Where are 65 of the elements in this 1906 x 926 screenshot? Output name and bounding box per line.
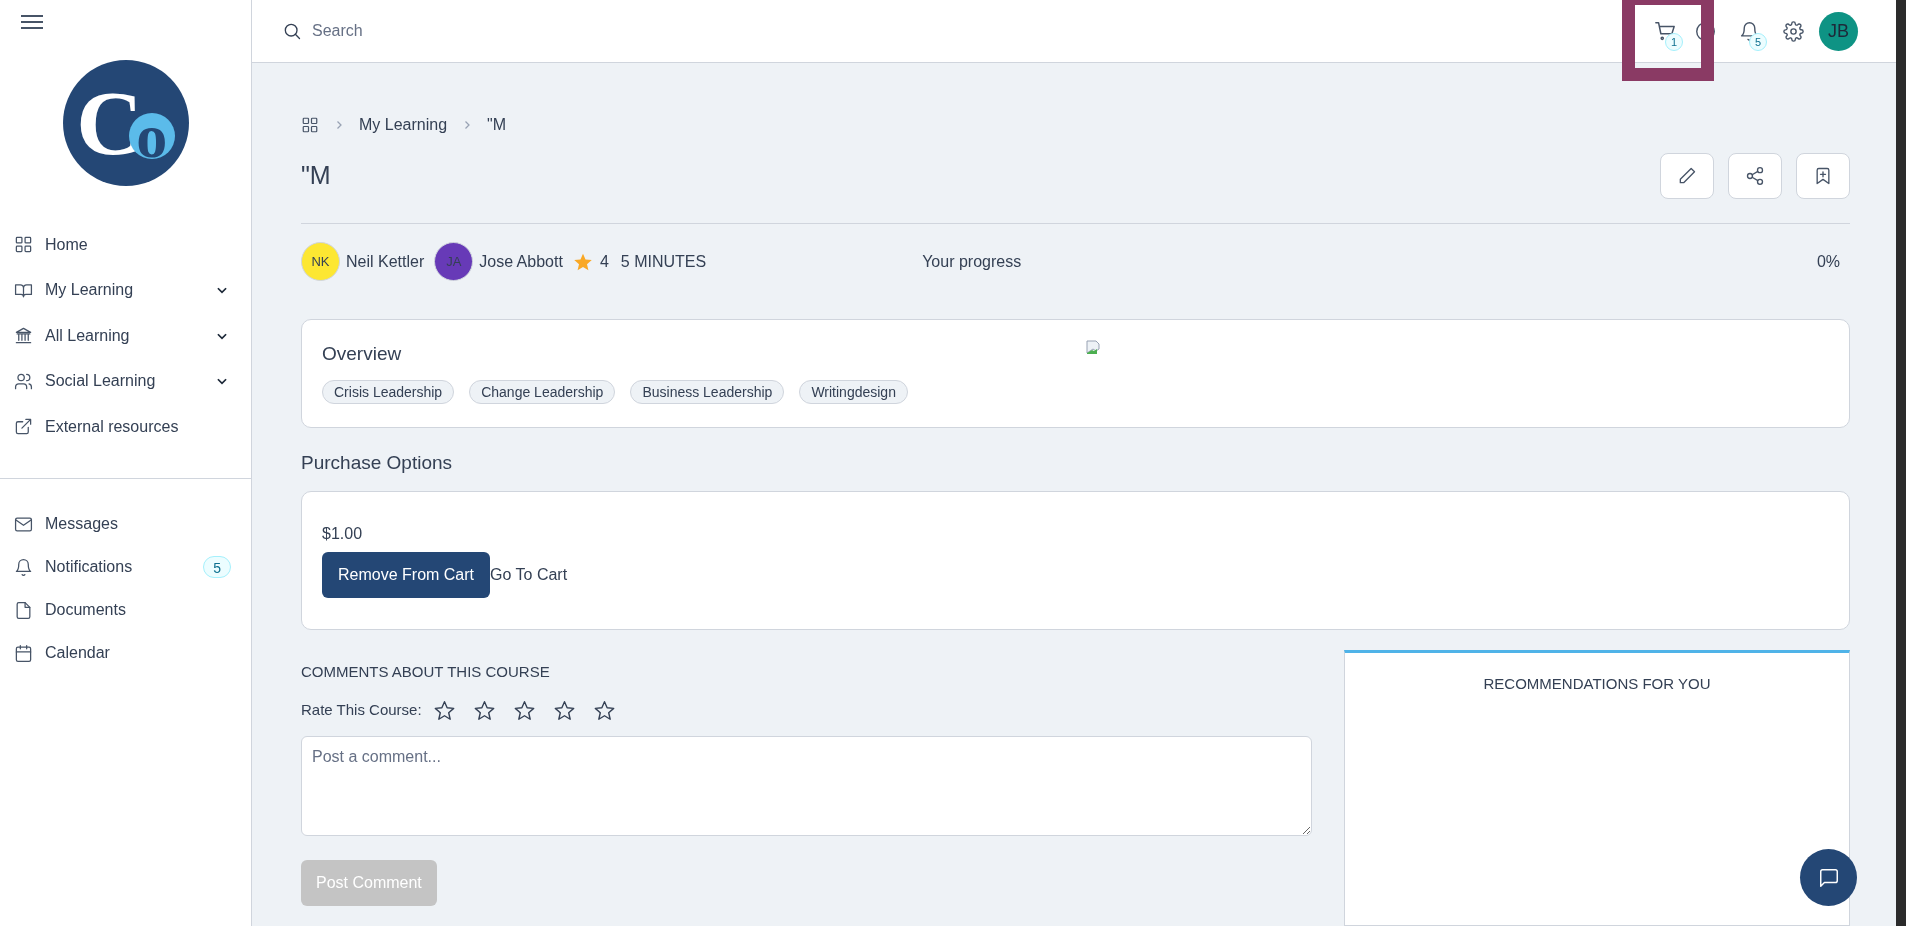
breadcrumb-item[interactable]: My Learning — [359, 113, 448, 137]
rating-value: 4 — [599, 251, 609, 272]
nav-item[interactable]: Home — [0, 222, 251, 268]
breadcrumb-item: "M — [487, 115, 507, 135]
comment-field[interactable]: Post a comment... — [301, 735, 1312, 836]
broken-image-icon — [1085, 340, 1101, 356]
count-badge: 5 — [203, 556, 231, 578]
author-name: Neil Kettler — [346, 251, 425, 272]
duration: 5 MINUTES — [620, 251, 707, 272]
notifications-button[interactable]: 5 — [1731, 13, 1767, 49]
tag[interactable]: Change Leadership — [469, 379, 616, 404]
rate-label: Rate This Course: — [301, 700, 422, 720]
star-icon[interactable] — [513, 699, 535, 721]
author-avatar: JA — [434, 242, 474, 281]
author-name: Jose Abbott — [479, 251, 563, 272]
search-icon — [282, 21, 302, 41]
chat-icon — [1817, 866, 1840, 889]
author-avatar: NK — [301, 242, 340, 281]
external-link-icon — [14, 417, 33, 437]
cart-button[interactable]: 1 — [1647, 13, 1683, 49]
edit-button[interactable] — [1660, 153, 1714, 199]
tag[interactable]: Crisis Leadership — [322, 379, 455, 404]
document-icon — [14, 600, 33, 620]
user-avatar[interactable]: JB — [1819, 11, 1858, 51]
nav-item[interactable]: My Learning — [0, 267, 251, 313]
grid-icon — [14, 235, 33, 255]
nav-item[interactable]: Documents — [0, 588, 251, 632]
nav-item[interactable]: Notifications 5 — [0, 545, 251, 589]
share-button[interactable] — [1728, 153, 1782, 199]
course-title: "M — [301, 160, 332, 192]
section-title: COMMENTS ABOUT THIS COURSE — [301, 661, 550, 682]
nav-item[interactable]: Social Learning — [0, 358, 251, 404]
users-icon — [14, 371, 33, 391]
star-icon[interactable] — [593, 699, 615, 721]
nav-item[interactable]: Calendar — [0, 631, 251, 675]
progress-label: Your progress — [922, 251, 1023, 272]
bank-icon — [14, 326, 33, 346]
overview-title: Overview — [322, 342, 402, 366]
price: $1.00 — [322, 523, 363, 544]
section-title: Purchase Options — [301, 451, 453, 475]
bookmark-button[interactable] — [1796, 153, 1850, 199]
logo: Co — [62, 60, 189, 186]
nav-item[interactable]: Messages — [0, 502, 251, 546]
calendar-icon — [14, 643, 33, 663]
pencil-icon — [1677, 166, 1697, 186]
panel-title: RECOMMENDATIONS FOR YOU — [1483, 673, 1711, 694]
search-field[interactable]: Search — [312, 19, 682, 43]
menu-icon[interactable] — [20, 14, 44, 30]
star-icon[interactable] — [433, 699, 455, 721]
go-to-cart-link[interactable]: Go To Cart — [490, 562, 568, 587]
star-rating[interactable] — [433, 699, 615, 721]
count-badge: 5 — [1749, 33, 1767, 51]
bell-icon — [14, 557, 33, 577]
star-icon[interactable] — [473, 699, 495, 721]
tag[interactable]: Writingdesign — [799, 379, 908, 404]
remove-from-cart-button[interactable]: Remove From Cart — [322, 551, 491, 598]
settings-icon — [1782, 20, 1804, 42]
grid-icon[interactable] — [301, 116, 319, 134]
nav-item[interactable]: External resources — [0, 404, 251, 450]
count-badge: 1 — [1665, 33, 1683, 51]
share-icon — [1745, 166, 1765, 186]
nav-item[interactable]: All Learning — [0, 313, 251, 359]
star-icon[interactable] — [553, 699, 575, 721]
tag[interactable]: Business Leadership — [630, 379, 785, 404]
progress-value: 0% — [1816, 251, 1840, 272]
